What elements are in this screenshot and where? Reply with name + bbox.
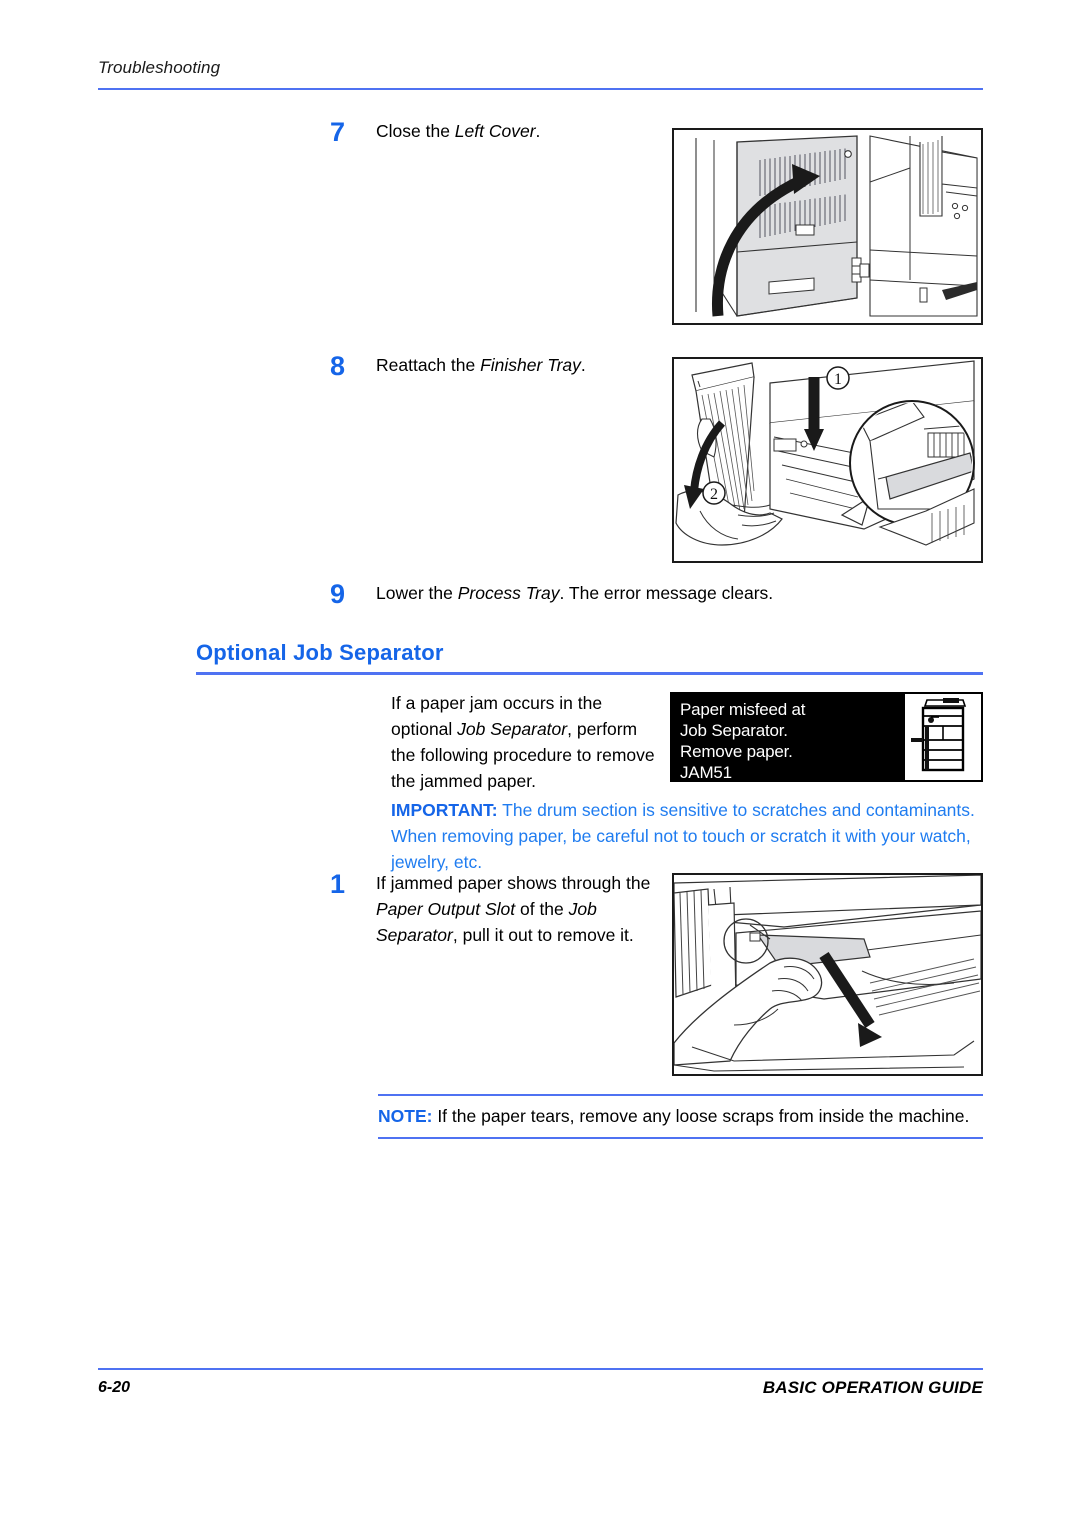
- step-8-text: Reattach the Finisher Tray.: [376, 352, 586, 378]
- copier-machine-icon-svg: [905, 694, 979, 780]
- section-intro-paragraph: If a paper jam occurs in the optional Jo…: [391, 690, 661, 794]
- step-7: 7 Close the Left Cover.: [330, 118, 670, 146]
- step-9-number: 9: [330, 579, 346, 609]
- svg-text:1: 1: [834, 371, 842, 388]
- section-heading: Optional Job Separator: [196, 640, 444, 665]
- left-cover-closing-illustration: [672, 128, 983, 325]
- lcd-line-1: Paper misfeed at: [680, 700, 806, 719]
- intro-line-2-suffix: , perform: [567, 719, 638, 739]
- intro-term-job-separator: Job Separator: [457, 719, 568, 739]
- document-page: Troubleshooting 7 Close the Left Cover.: [0, 0, 1080, 1528]
- intro-line-3: the following procedure to remove: [391, 745, 655, 765]
- intro-line-4: the jammed paper.: [391, 771, 536, 791]
- section-heading-rule: [196, 672, 983, 675]
- step-1-term-paper-output-slot: Paper Output Slot: [376, 899, 516, 919]
- note-body: If the paper tears, remove any loose scr…: [432, 1106, 970, 1126]
- running-header: Troubleshooting: [98, 58, 221, 77]
- step-8-term: Finisher Tray: [480, 355, 581, 375]
- lcd-screen-text: Paper misfeed at Job Separator. Remove p…: [672, 694, 903, 782]
- step-7-term: Left Cover: [454, 121, 536, 141]
- step-9-text-a: Lower the: [376, 583, 458, 603]
- lcd-error-panel: Paper misfeed at Job Separator. Remove p…: [670, 692, 983, 782]
- step-9-text: Lower the Process Tray. The error messag…: [376, 580, 773, 606]
- footer-page-number: 6-20: [98, 1379, 131, 1396]
- step-8: 8 Reattach the Finisher Tray.: [330, 352, 670, 380]
- step-9-text-b: . The error message clears.: [559, 583, 774, 603]
- footer-guide-title: BASIC OPERATION GUIDE: [762, 1378, 983, 1397]
- step-9: 9 Lower the Process Tray. The error mess…: [330, 580, 890, 608]
- note-rule-bottom: [378, 1137, 983, 1139]
- intro-line-1: If a paper jam occurs in the: [391, 693, 603, 713]
- note-block: NOTE: If the paper tears, remove any loo…: [378, 1094, 983, 1139]
- step-1-term-separator: Separator: [376, 925, 453, 945]
- step-7-text: Close the Left Cover.: [376, 118, 540, 144]
- copier-machine-icon: [903, 694, 981, 780]
- intro-line-2-prefix: optional: [391, 719, 458, 739]
- paper-output-slot-pull-illustration: [672, 873, 983, 1076]
- header-rule: [98, 88, 983, 90]
- step-7-number: 7: [330, 117, 346, 147]
- note-label: NOTE:: [378, 1106, 433, 1126]
- step-9-term: Process Tray: [457, 583, 560, 603]
- left-cover-illustration-svg: [674, 130, 981, 323]
- step-1-text: If jammed paper shows through the Paper …: [376, 870, 656, 948]
- step-7-text-b: .: [535, 121, 541, 141]
- step-8-text-a: Reattach the: [376, 355, 481, 375]
- important-label: IMPORTANT:: [391, 800, 498, 820]
- paper-output-illustration-svg: [674, 875, 981, 1074]
- important-note: IMPORTANT: The drum section is sensitive…: [391, 797, 991, 875]
- step-1-jam-removal: 1 If jammed paper shows through the Pape…: [330, 870, 670, 948]
- step-1-line-3-suffix: , pull it out to remove it.: [452, 925, 634, 945]
- step-8-text-b: .: [580, 355, 586, 375]
- step-1-line-2-mid: of the: [515, 899, 569, 919]
- lcd-line-2: Job Separator.: [680, 721, 788, 740]
- note-text: NOTE: If the paper tears, remove any loo…: [378, 1096, 983, 1137]
- step-1-line-1: If jammed paper shows through: [376, 873, 622, 893]
- step-1-line-2-prefix: the: [626, 873, 651, 893]
- finisher-tray-reattach-illustration: 1 2: [672, 357, 983, 563]
- svg-text:2: 2: [710, 486, 718, 503]
- step-8-number: 8: [330, 351, 346, 381]
- step-1-term-job: Job: [568, 899, 597, 919]
- step-1-number: 1: [330, 869, 346, 899]
- lcd-line-3: Remove paper.: [680, 742, 793, 761]
- footer-rule: [98, 1368, 983, 1370]
- lcd-line-4: JAM51: [680, 763, 732, 782]
- step-7-text-a: Close the: [376, 121, 455, 141]
- finisher-tray-illustration-svg: 1 2: [674, 359, 981, 561]
